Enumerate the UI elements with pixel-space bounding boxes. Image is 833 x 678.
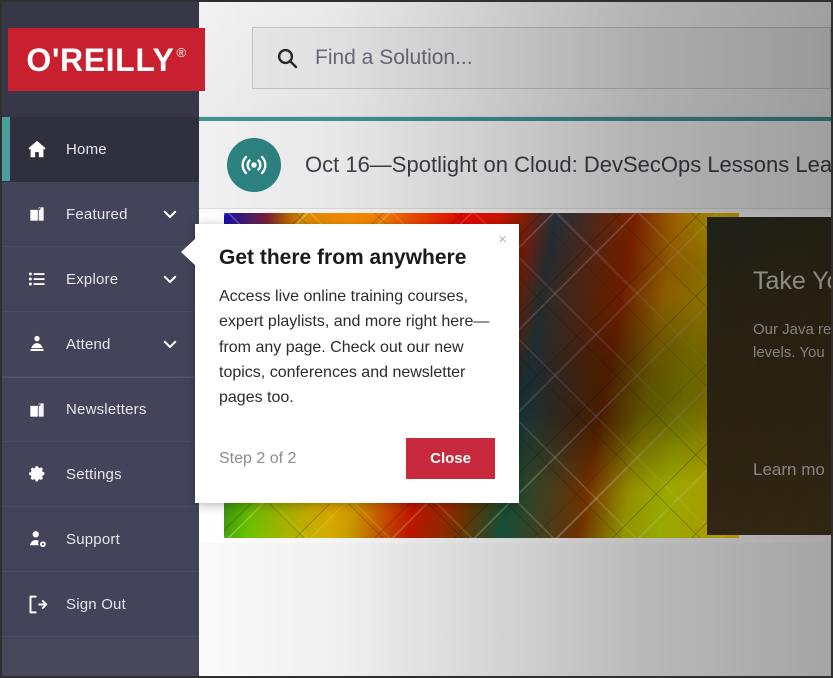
sidebar-item-home[interactable]: Home	[2, 117, 199, 182]
announcement-text: Oct 16—Spotlight on Cloud: DevSecOps Les…	[305, 151, 831, 177]
logo-area: O'REILLY ®	[2, 2, 205, 117]
chevron-down-icon[interactable]	[161, 335, 179, 353]
oreilly-logo[interactable]: O'REILLY ®	[8, 28, 205, 91]
hero-panel: Take Yo Our Java re levels. You Learn mo	[707, 217, 831, 535]
sidebar-item-label: Sign Out	[66, 595, 126, 613]
close-icon[interactable]: ×	[498, 232, 507, 247]
sidebar-item-featured[interactable]: Featured	[2, 182, 199, 247]
app-window: O'REILLY ® Home Featured Explore Attend …	[0, 0, 833, 678]
sidebar-item-attend[interactable]: Attend	[2, 312, 199, 377]
sidebar-item-label: Settings	[66, 465, 122, 483]
sidebar-item-label: Featured	[66, 205, 128, 223]
user-gear-icon	[26, 528, 48, 550]
close-button[interactable]: Close	[406, 438, 495, 480]
header-divider	[199, 116, 831, 117]
popover-footer: Step 2 of 2 Close	[219, 438, 495, 480]
briefcase-icon	[26, 399, 48, 421]
gear-icon	[26, 463, 48, 485]
logo-wordmark: O'REILLY	[26, 41, 175, 78]
list-icon	[26, 268, 48, 290]
search-icon	[275, 46, 299, 70]
hero-learn-more-link[interactable]: Learn mo	[753, 460, 825, 480]
logo-text: O'REILLY ®	[26, 44, 186, 76]
home-icon	[26, 138, 48, 160]
hero-body-line-1: Our Java re	[753, 321, 831, 338]
popover-body: Access live online training courses, exp…	[219, 288, 490, 407]
sidebar-item-newsletters[interactable]: Newsletters	[2, 377, 199, 442]
top-header: Find a Solution...	[199, 2, 831, 117]
sidebar-item-label: Explore	[66, 270, 119, 288]
briefcase-icon	[26, 203, 48, 225]
onboarding-popover: × Get there from anywhere Access live on…	[181, 224, 519, 504]
hero-body: Our Java re levels. You	[753, 318, 831, 365]
sidebar-item-explore[interactable]: Explore	[2, 247, 199, 312]
broadcast-icon	[227, 137, 281, 192]
announcement-banner[interactable]: Oct 16—Spotlight on Cloud: DevSecOps Les…	[199, 121, 831, 209]
sidebar-item-label: Home	[66, 140, 107, 158]
person-icon	[26, 333, 48, 355]
sidebar-item-support[interactable]: Support	[2, 507, 199, 572]
sidebar-item-label: Attend	[66, 335, 111, 353]
search-placeholder: Find a Solution...	[315, 45, 473, 69]
sidebar-item-sign-out[interactable]: Sign Out	[2, 572, 199, 637]
search-input[interactable]: Find a Solution...	[252, 26, 831, 89]
hero-title: Take Yo	[753, 267, 831, 295]
popover-step-indicator: Step 2 of 2	[219, 449, 297, 467]
sidebar-item-label: Support	[66, 530, 120, 548]
sidebar-item-label: Newsletters	[66, 401, 147, 418]
sidebar-item-settings[interactable]: Settings	[2, 442, 199, 507]
hero-body-line-2: levels. You	[753, 344, 825, 362]
popover-title: Get there from anywhere	[219, 246, 467, 269]
sidebar-footer-space	[2, 639, 199, 676]
sign-out-icon	[26, 593, 48, 615]
chevron-down-icon[interactable]	[161, 205, 179, 223]
chevron-down-icon[interactable]	[161, 270, 179, 288]
sidebar: O'REILLY ® Home Featured Explore Attend …	[2, 2, 205, 676]
registered-mark-icon: ®	[176, 44, 187, 60]
